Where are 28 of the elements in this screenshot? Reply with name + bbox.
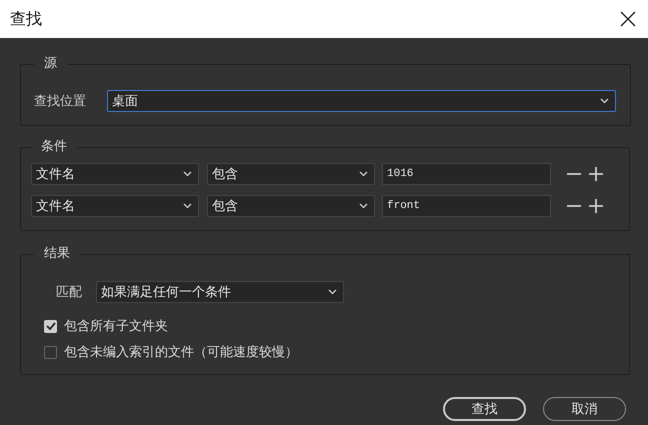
plus-icon[interactable] [589,167,603,181]
section-title: 条件 [40,139,68,155]
dropdown[interactable]: 桌面 [107,90,616,112]
section-title: 源 [43,56,58,72]
input-field[interactable]: 1016 [382,163,551,185]
chevron-icon [359,203,368,209]
plus-icon[interactable] [589,199,603,213]
dropdown[interactable]: 包含 [207,195,375,217]
checkbox[interactable] [44,346,57,358]
section-title: 结果 [43,246,71,262]
dialog-button[interactable]: 查找 [443,397,526,421]
dropdown[interactable]: 文件名 [31,195,199,217]
checkbox-label: 包含未编入索引的文件（可能速度较慢） [64,344,298,361]
chevron-icon [600,98,609,104]
chevron-icon [183,171,192,177]
field-label: 匹配 [56,284,83,301]
chevron-icon [183,203,192,209]
dropdown[interactable]: 如果满足任何一个条件 [96,281,344,303]
close-icon[interactable] [620,11,636,27]
chevron-icon [328,289,337,295]
chevron-icon [359,171,368,177]
dropdown[interactable]: 包含 [207,163,375,185]
window-title: 查找 [10,8,42,30]
input-field[interactable]: front [382,195,551,217]
dropdown[interactable]: 文件名 [31,163,199,185]
field-label: 查找位置 [34,93,87,110]
checkbox-label: 包含所有子文件夹 [64,318,168,335]
dialog-button[interactable]: 取消 [543,397,626,421]
